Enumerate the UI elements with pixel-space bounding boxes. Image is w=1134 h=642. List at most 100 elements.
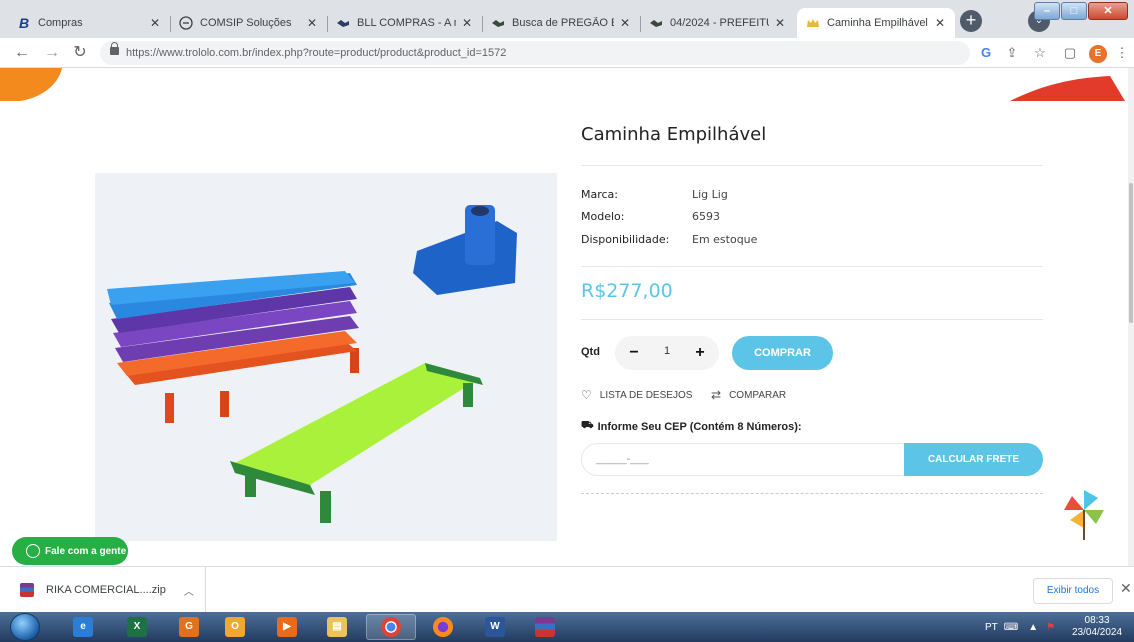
minimize-button[interactable]: – [1034, 2, 1060, 20]
b-logo-icon: B [18, 15, 30, 31]
language-indicator[interactable]: PT [985, 622, 998, 633]
winrar-archive-icon [20, 583, 34, 597]
close-icon[interactable]: ✕ [933, 16, 947, 30]
cep-input[interactable]: _____-___ [581, 443, 904, 476]
clock-time: 08:33 [1084, 615, 1110, 626]
spec-model-value: 6593 [692, 210, 720, 223]
window-controls: – □ ✕ [1033, 2, 1128, 20]
close-icon[interactable]: ✕ [148, 16, 162, 30]
system-tray: PT ⌨ ▲ ⚑ [985, 612, 1055, 642]
quantity-stepper: − 1 + [615, 336, 719, 370]
maximize-button[interactable]: □ [1061, 2, 1087, 20]
taskbar-excel[interactable]: X [112, 614, 162, 640]
whatsapp-chat-button[interactable]: Fale com a gente [12, 537, 128, 565]
taskbar-word[interactable]: W [470, 614, 520, 640]
pinwheel-icon[interactable] [1062, 488, 1106, 540]
close-icon[interactable]: ✕ [460, 16, 474, 30]
truck-icon: ⛟ [581, 420, 594, 431]
menu-kebab-icon[interactable]: ⋮ [1112, 43, 1132, 63]
back-icon[interactable]: ← [12, 43, 32, 63]
chevron-up-icon[interactable]: ︿ [184, 583, 194, 598]
taskbar-media-player[interactable]: ▶ [262, 614, 312, 640]
calculate-shipping-button[interactable]: CALCULAR FRETE [904, 443, 1043, 476]
taskbar-chrome[interactable] [366, 614, 416, 640]
profile-avatar[interactable]: E [1089, 45, 1107, 63]
divider [581, 165, 1043, 166]
quantity-input[interactable]: 1 [659, 345, 675, 357]
clock[interactable]: 08:33 23/04/2024 [1072, 615, 1122, 639]
tab-title: Compras [38, 17, 83, 29]
comsip-icon [178, 15, 194, 31]
buy-button[interactable]: COMPRAR [732, 336, 833, 370]
download-item[interactable]: RIKA COMERCIAL....zip ︿ [6, 567, 206, 613]
increase-quantity-button[interactable]: + [685, 336, 715, 370]
new-tab-button[interactable]: + [960, 10, 982, 32]
keyboard-icon[interactable]: ⌨ [1004, 622, 1018, 633]
media-player-icon: ▶ [277, 617, 297, 637]
quantity-label: Qtd [581, 346, 600, 358]
windows-taskbar: e X G O ▶ ▤ W PT ⌨ ▲ ⚑ 08:33 23/04/2024 [0, 612, 1134, 642]
tab-title: BLL COMPRAS - A mai [357, 17, 456, 29]
spec-availability-label: Disponibilidade: [581, 233, 670, 246]
word-icon: W [485, 617, 505, 637]
reload-icon[interactable]: ↻ [70, 43, 90, 63]
dashed-divider [581, 493, 1043, 494]
taskbar-internet-explorer[interactable]: e [58, 614, 108, 640]
forward-icon[interactable]: → [42, 43, 62, 63]
compare-link[interactable]: ⇄ COMPARAR [711, 388, 786, 402]
tab-title: COMSIP Soluções [200, 17, 292, 29]
close-icon[interactable]: ✕ [305, 16, 319, 30]
corner-connector-shape [413, 205, 517, 295]
spec-brand-label: Marca: [581, 188, 619, 201]
compare-label: COMPARAR [729, 389, 787, 401]
close-icon[interactable]: ✕ [1120, 580, 1132, 597]
side-panel-icon[interactable]: ▢ [1060, 43, 1080, 63]
pdf-app-icon: G [179, 617, 199, 637]
handshake-icon [335, 15, 351, 31]
stacked-cots-illustration [107, 205, 517, 523]
close-window-button[interactable]: ✕ [1088, 2, 1128, 20]
address-bar: ← → ↻ https://www.trololo.com.br/index.p… [0, 38, 1134, 68]
bookmark-star-icon[interactable]: ☆ [1030, 43, 1050, 63]
wishlist-label: LISTA DE DESEJOS [599, 389, 693, 401]
tab-busca-pregao[interactable]: Busca de PREGÃO ELET ✕ [482, 8, 640, 38]
firefox-icon [433, 617, 453, 637]
whatsapp-icon [26, 544, 40, 558]
share-icon[interactable]: ⇪ [1002, 43, 1022, 63]
tab-bll-compras[interactable]: BLL COMPRAS - A mai ✕ [327, 8, 482, 38]
show-all-downloads-button[interactable]: Exibir todos [1033, 578, 1113, 604]
page-scrollbar-thumb[interactable] [1129, 183, 1133, 323]
product-image[interactable] [95, 173, 557, 541]
excel-icon: X [127, 617, 147, 637]
tab-prefeitura[interactable]: 04/2024 - PREFEITURA ✕ [640, 8, 795, 38]
show-hidden-icons-icon[interactable]: ▲ [1028, 622, 1038, 633]
decrease-quantity-button[interactable]: − [619, 336, 649, 370]
taskbar-firefox[interactable] [418, 614, 468, 640]
clock-date: 23/04/2024 [1072, 627, 1123, 638]
start-button[interactable] [10, 613, 40, 641]
tab-caminha-empilhavel[interactable]: Caminha Empilhável ✕ [797, 8, 955, 38]
close-icon[interactable]: ✕ [618, 16, 632, 30]
top-banner [0, 68, 1134, 101]
handshake-icon [648, 15, 664, 31]
heart-icon: ♡ [581, 388, 592, 402]
action-center-flag-icon[interactable]: ⚑ [1046, 622, 1055, 633]
taskbar-file-explorer[interactable]: ▤ [312, 614, 362, 640]
internet-explorer-icon: e [73, 617, 93, 637]
lock-icon[interactable] [110, 42, 119, 55]
web-page: Caminha Empilhável Marca: Lig Lig Modelo… [0, 68, 1134, 566]
taskbar-winrar[interactable] [520, 614, 570, 640]
tab-title: Busca de PREGÃO ELET [512, 17, 614, 29]
tab-comsip[interactable]: COMSIP Soluções ✕ [170, 8, 327, 38]
taskbar-outlook[interactable]: O [210, 614, 260, 640]
google-icon[interactable]: G [976, 43, 996, 63]
close-icon[interactable]: ✕ [773, 16, 787, 30]
taskbar-pdf-app[interactable]: G [164, 614, 214, 640]
compare-arrows-icon: ⇄ [711, 388, 722, 402]
product-title: Caminha Empilhável [581, 124, 767, 145]
tab-compras[interactable]: B Compras ✕ [8, 8, 170, 38]
url-field[interactable]: https://www.trololo.com.br/index.php?rou… [100, 41, 970, 65]
wishlist-link[interactable]: ♡ LISTA DE DESEJOS [581, 388, 692, 402]
outlook-icon: O [225, 617, 245, 637]
folder-icon: ▤ [327, 617, 347, 637]
